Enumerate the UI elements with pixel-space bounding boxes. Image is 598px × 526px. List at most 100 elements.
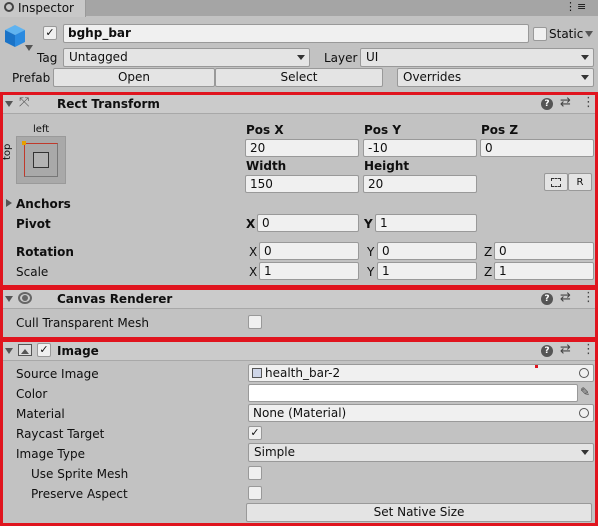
blueprint-mode-button[interactable]	[544, 173, 568, 191]
scale-y-field[interactable]: 1	[377, 262, 477, 280]
rotation-x-field[interactable]: 0	[259, 242, 359, 260]
presets-icon[interactable]: ⇄	[560, 343, 571, 357]
tab-bar	[0, 0, 598, 16]
presets-icon[interactable]: ⇄	[560, 291, 571, 305]
canvas-renderer-title: Canvas Renderer	[57, 292, 173, 306]
inspector-tab-icon	[4, 2, 14, 12]
material-field[interactable]: None (Material)	[248, 404, 594, 422]
tab-menu-icon[interactable]: ⋮	[565, 0, 576, 14]
prefab-open-button[interactable]: Open	[53, 68, 215, 87]
canvas-renderer-icon	[18, 292, 32, 304]
active-checkbox[interactable]: ✓	[43, 26, 57, 40]
image-header[interactable]: ✓ Image ? ⇄ ⋮	[0, 339, 598, 361]
source-image-value: health_bar-2	[265, 366, 341, 380]
rotation-x-letter: X	[249, 245, 258, 259]
canvas-renderer-header[interactable]: Canvas Renderer ? ⇄ ⋮	[0, 287, 598, 309]
image-icon-mountain	[21, 349, 29, 354]
image-type-value: Simple	[254, 445, 295, 459]
scale-z-field[interactable]: 1	[494, 262, 594, 280]
layer-label: Layer	[324, 51, 358, 65]
anchor-h-label: left	[33, 124, 50, 135]
rect-transform-header[interactable]: ⤧ Rect Transform ? ⇄ ⋮	[0, 92, 598, 114]
anchor-preset-button[interactable]	[16, 136, 66, 184]
anchors-label[interactable]: Anchors	[16, 197, 71, 211]
pos-x-label: Pos X	[246, 123, 284, 137]
rotation-y-letter: Y	[367, 245, 375, 259]
layer-dropdown[interactable]: UI	[360, 48, 594, 67]
scale-x-letter: X	[249, 265, 258, 279]
material-label: Material	[16, 407, 65, 421]
rotation-y-field[interactable]: 0	[377, 242, 477, 260]
height-field[interactable]: 20	[363, 175, 477, 193]
chevron-down-icon	[581, 75, 589, 80]
gameobject-name-field[interactable]: bghp_bar	[63, 24, 529, 43]
scale-z-letter: Z	[484, 265, 493, 279]
blueprint-icon	[551, 178, 561, 187]
tag-value: Untagged	[69, 50, 128, 64]
sprite-icon	[252, 368, 262, 378]
image-type-label: Image Type	[16, 447, 85, 461]
width-label: Width	[246, 159, 287, 173]
image-title: Image	[57, 344, 99, 358]
icon-dropdown-arrow[interactable]	[25, 45, 33, 51]
anchors-foldout-icon[interactable]	[6, 199, 12, 207]
image-component-icon	[18, 344, 32, 356]
cull-transparent-mesh-label: Cull Transparent Mesh	[16, 316, 149, 330]
pivot-x-field[interactable]: 0	[257, 214, 359, 232]
eyedropper-icon[interactable]: ✎	[580, 385, 590, 399]
set-native-size-button[interactable]: Set Native Size	[246, 503, 592, 522]
pos-x-field[interactable]: 20	[245, 139, 359, 157]
rotation-z-field[interactable]: 0	[494, 242, 594, 260]
use-sprite-mesh-checkbox[interactable]	[248, 466, 262, 480]
cull-transparent-mesh-checkbox[interactable]	[248, 315, 262, 329]
color-swatch[interactable]	[248, 384, 578, 402]
pos-y-label: Pos Y	[364, 123, 402, 137]
pivot-y-field[interactable]: 1	[375, 214, 477, 232]
gameobject-cube-icon	[4, 24, 26, 51]
chevron-down-icon	[581, 55, 589, 60]
static-checkbox[interactable]	[533, 27, 547, 41]
image-type-dropdown[interactable]: Simple	[248, 443, 594, 462]
width-field[interactable]: 150	[245, 175, 359, 193]
pivot-label: Pivot	[16, 217, 51, 231]
tab-more-icon[interactable]: ≡	[577, 0, 586, 14]
material-value: None (Material)	[253, 406, 347, 420]
raycast-target-checkbox[interactable]: ✓	[248, 426, 262, 440]
source-image-field[interactable]: health_bar-2	[248, 364, 594, 382]
raw-edit-button[interactable]: R	[568, 173, 592, 191]
layer-value: UI	[366, 50, 379, 64]
pivot-x-letter: X	[246, 217, 256, 231]
scale-x-field[interactable]: 1	[259, 262, 359, 280]
rect-transform-icon: ⤧	[19, 95, 30, 110]
component-menu-icon[interactable]: ⋮	[582, 96, 595, 110]
tag-label: Tag	[37, 51, 58, 65]
foldout-arrow-icon[interactable]	[5, 101, 13, 107]
tag-dropdown[interactable]: Untagged	[63, 48, 310, 67]
anchor-v-label: top	[2, 143, 13, 160]
static-dropdown-arrow[interactable]	[585, 31, 593, 37]
chevron-down-icon	[297, 55, 305, 60]
prefab-overrides-dropdown[interactable]: Overrides	[397, 68, 594, 87]
component-menu-icon[interactable]: ⋮	[582, 291, 595, 305]
pos-z-label: Pos Z	[481, 123, 519, 137]
prefab-select-button[interactable]: Select	[215, 68, 383, 87]
preserve-aspect-checkbox[interactable]	[248, 486, 262, 500]
help-icon[interactable]: ?	[541, 98, 553, 110]
foldout-arrow-icon[interactable]	[5, 348, 13, 354]
pos-z-field[interactable]: 0	[480, 139, 594, 157]
component-menu-icon[interactable]: ⋮	[582, 343, 595, 357]
raycast-target-label: Raycast Target	[16, 427, 105, 441]
pos-y-field[interactable]: -10	[363, 139, 477, 157]
height-label: Height	[364, 159, 410, 173]
object-picker-icon[interactable]	[579, 408, 589, 418]
object-picker-icon[interactable]	[579, 368, 589, 378]
tab-inspector[interactable]: Inspector	[0, 0, 86, 17]
rotation-z-letter: Z	[484, 245, 493, 259]
image-enabled-checkbox[interactable]: ✓	[37, 343, 51, 357]
help-icon[interactable]: ?	[541, 293, 553, 305]
chevron-down-icon	[581, 450, 589, 455]
pivot-y-letter: Y	[364, 217, 373, 231]
help-icon[interactable]: ?	[541, 345, 553, 357]
presets-icon[interactable]: ⇄	[560, 96, 571, 110]
foldout-arrow-icon[interactable]	[5, 296, 13, 302]
